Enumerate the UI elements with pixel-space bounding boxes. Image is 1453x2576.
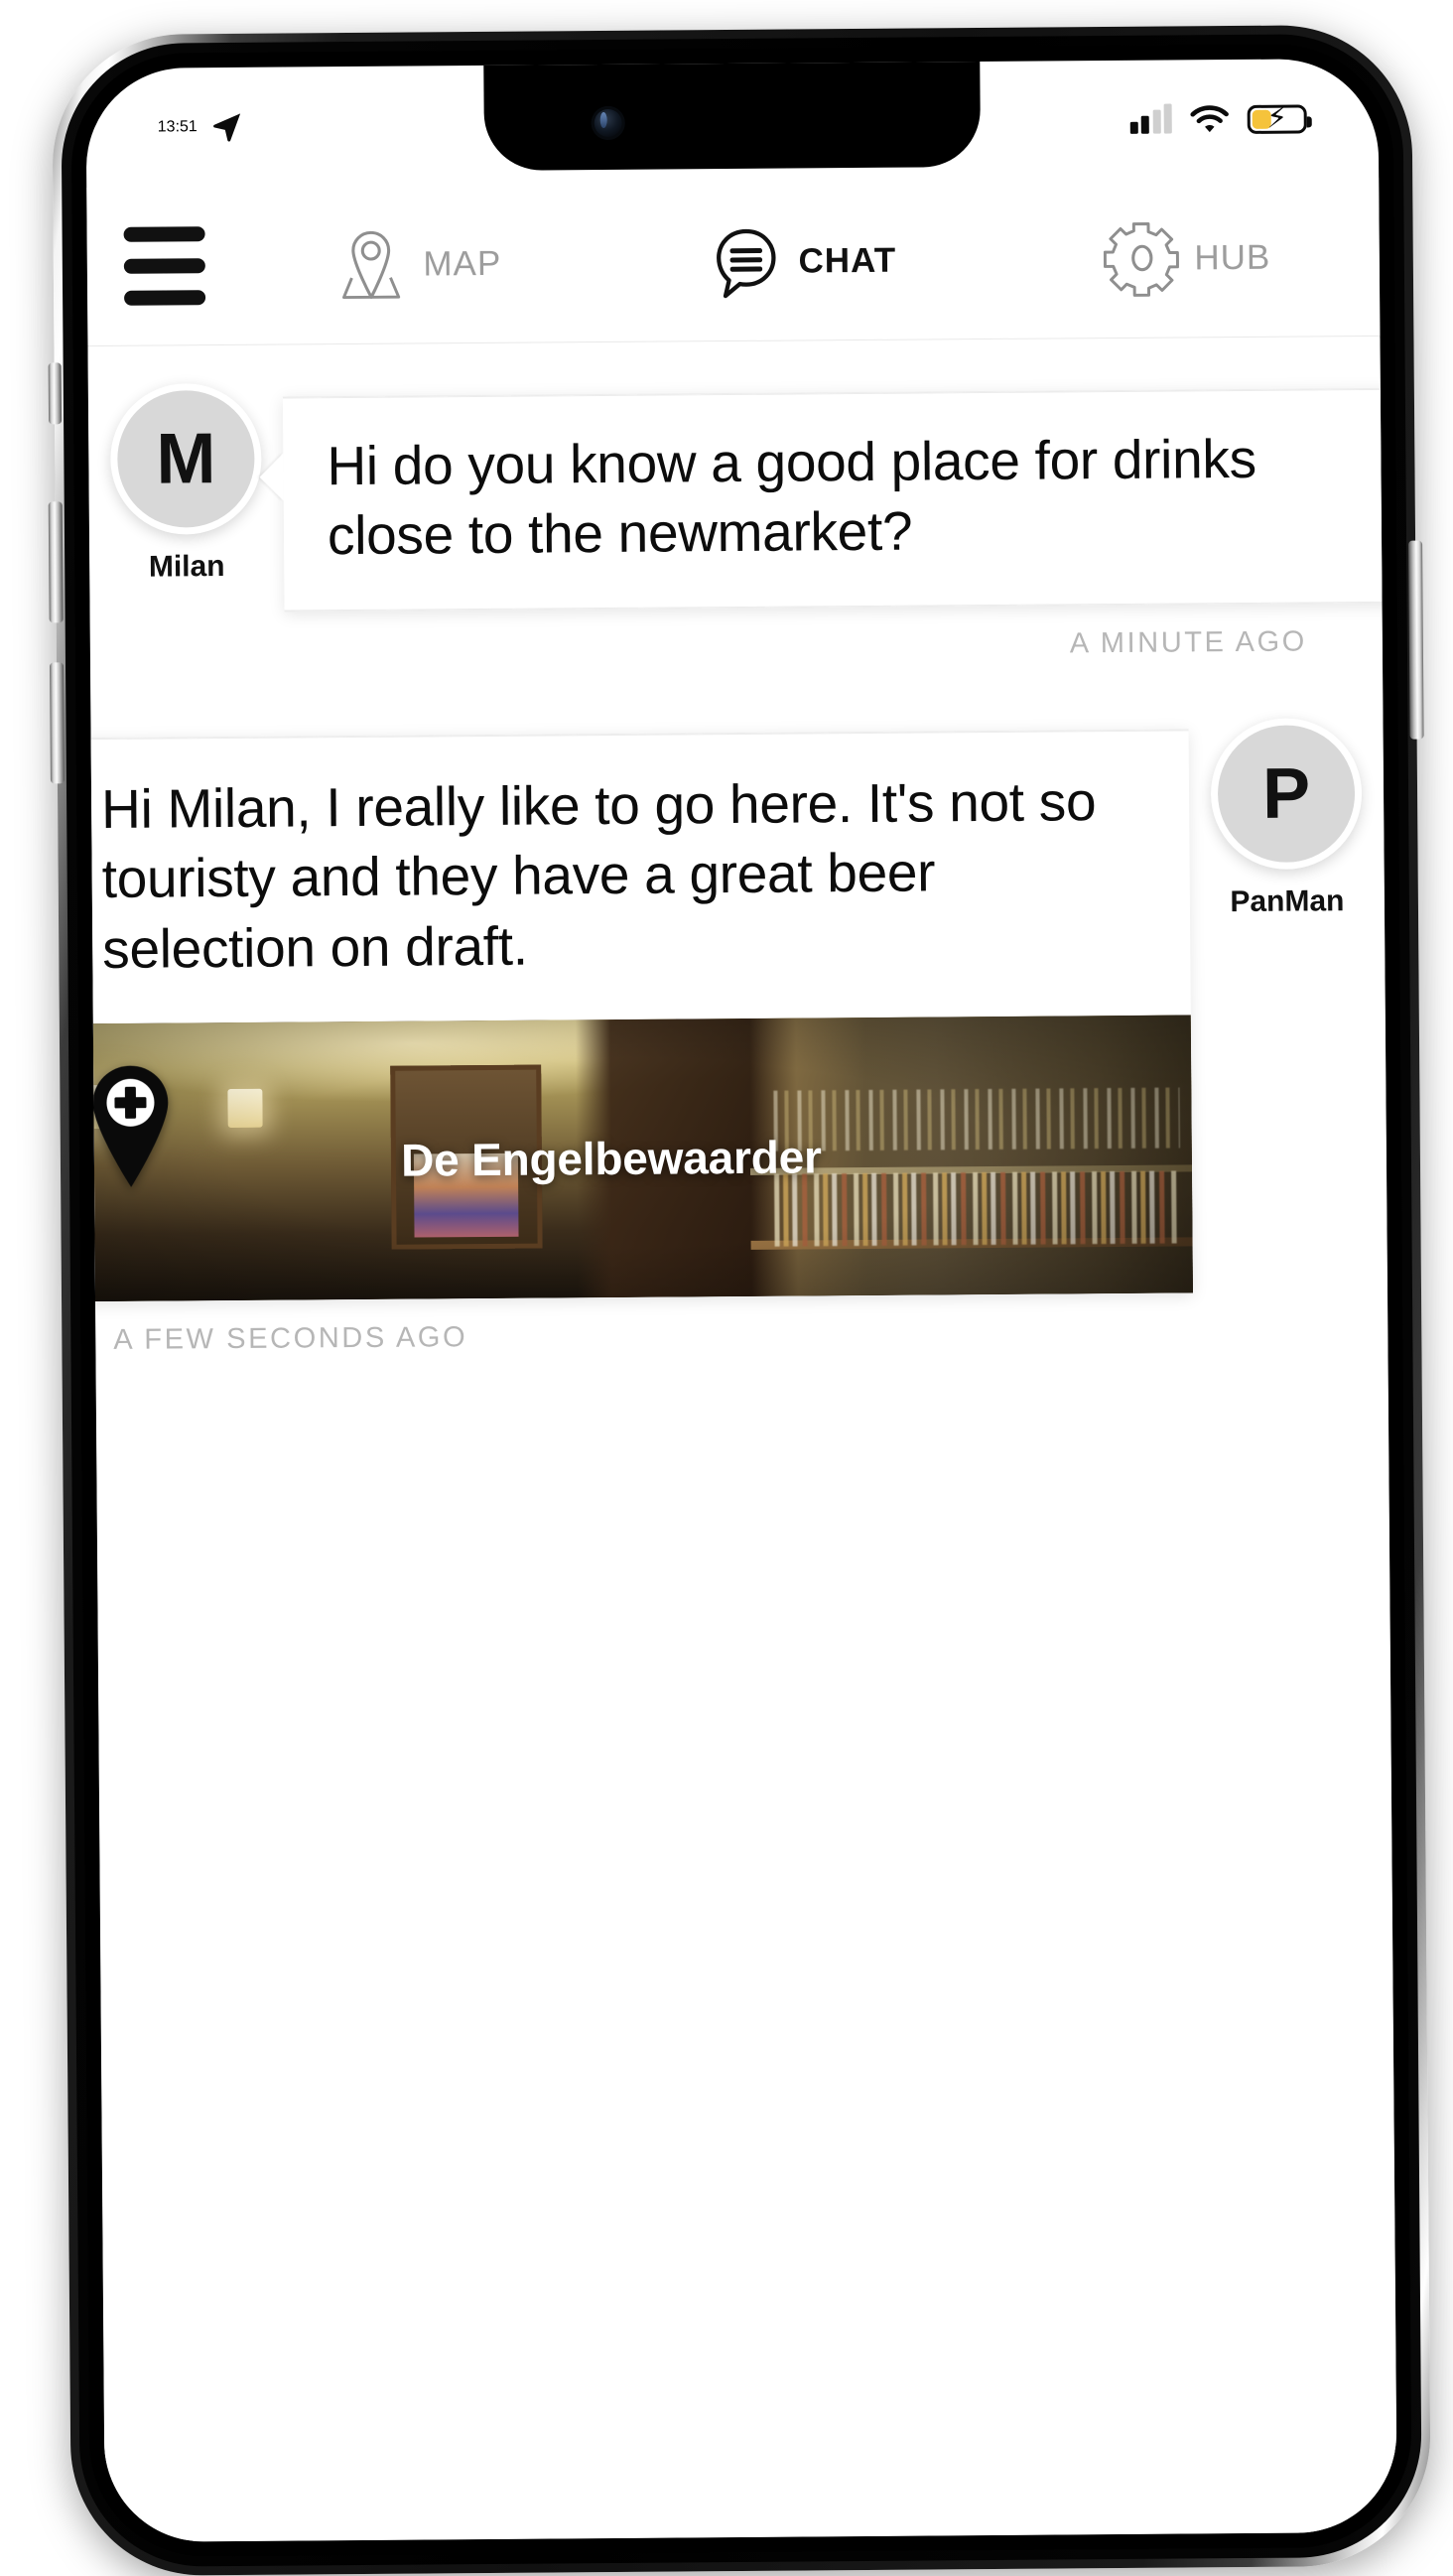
front-camera-icon [592,106,625,140]
avatar-name: Milan [149,550,225,585]
cellular-signal-icon [1129,106,1172,134]
chat-bubble-icon [707,222,785,301]
message-incoming: M Milan Hi do you know a good place for … [88,339,1383,668]
phone-device-frame: 13:51 ⚡ [52,25,1431,2576]
tab-chat-label: CHAT [798,240,896,281]
message-author-block: M Milan [88,383,285,586]
device-notch [483,60,981,171]
power-button[interactable] [1408,541,1424,740]
tab-map-label: MAP [423,243,501,284]
tab-hub[interactable]: HUB [993,178,1380,339]
message-timestamp: A MINUTE AGO [90,604,1383,668]
message-bubble[interactable]: Hi do you know a good place for drinks c… [283,388,1397,612]
message-bubble[interactable]: Hi Milan, I really like to go here. It's… [88,729,1194,1302]
status-bar-right: ⚡ [1129,102,1307,135]
tab-chat[interactable]: CHAT [608,181,994,341]
mute-switch-button[interactable] [49,362,62,424]
status-bar-left: 13:51 [158,109,245,146]
battery-cap [1307,116,1312,127]
message-author-block: P PanMan [1188,718,1385,920]
chat-message-list[interactable]: M Milan Hi do you know a good place for … [88,339,1397,2542]
hamburger-bar [124,226,205,242]
tab-map[interactable]: MAP [223,184,609,344]
volume-down-button[interactable] [50,662,65,783]
map-pin-plus-icon[interactable] [88,1062,179,1190]
hamburger-bar [124,258,205,274]
avatar[interactable]: P [1210,718,1362,870]
place-card-attachment[interactable]: De Engelbewaarder [88,1015,1194,1301]
hamburger-menu-button[interactable] [104,211,224,322]
bar-interior-photo: De Engelbewaarder [88,1015,1194,1301]
location-arrow-icon [209,109,245,145]
hamburger-bar [124,290,205,306]
map-pin-icon [331,225,410,304]
message-text: Hi Milan, I really like to go here. It's… [101,766,1147,984]
phone-screen: 13:51 ⚡ [85,59,1397,2542]
gear-icon [1103,219,1181,298]
avatar-name: PanMan [1230,884,1344,919]
place-name-label: De Engelbewaarder [88,1131,1193,1185]
tab-hub-label: HUB [1194,237,1270,278]
top-navigation-bar: MAP CHAT HUB [86,178,1380,346]
avatar[interactable]: M [110,383,262,535]
wifi-icon [1189,103,1231,135]
message-text: Hi do you know a good place for drinks c… [327,423,1378,571]
status-time: 13:51 [158,118,198,136]
message-outgoing: Hi Milan, I really like to go here. It's… [90,658,1387,1357]
battery-charging-icon: ⚡ [1248,104,1307,133]
volume-up-button[interactable] [49,501,64,622]
message-timestamp: A FEW SECONDS AGO [95,1292,1387,1357]
